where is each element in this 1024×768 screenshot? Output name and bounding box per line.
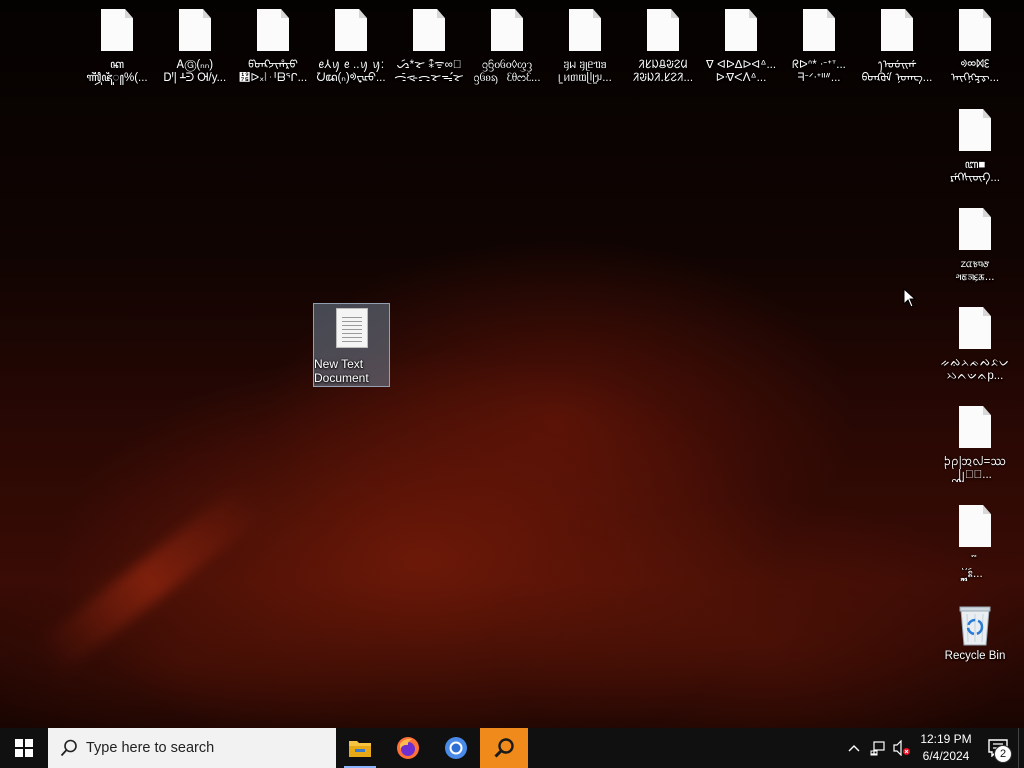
file-label: ꫀ⅄ꪗ ꫀ ..ꪗ ꪗ: ᘢꦢ(ₙ)ᢀᢏᡅᡉ... (316, 59, 386, 84)
file-icon (959, 109, 991, 151)
magnifier-app-icon (494, 738, 514, 758)
desktop-file-icon[interactable]: ᖇᐅᐢ* ᐧᐨᐩᐪ... ᖷᐨᐟᐧᐩᐦᐥ... (780, 0, 858, 96)
file-label: ᱤᱥᱡᱪᱶᱮᱢ ᱤᱶᱡᱤᱹᱥᱮᱤ... (632, 59, 694, 84)
search-placeholder: Type here to search (86, 740, 215, 756)
file-label: ᨀᨁᨂᨃᨄᨅᨆ ᨇᨈᨉᨊp... (940, 357, 1010, 382)
file-explorer-button[interactable] (336, 728, 384, 768)
file-icon (959, 505, 991, 547)
network-icon (870, 741, 885, 756)
mouse-cursor-icon (903, 287, 917, 313)
clock[interactable]: 12:19 PM 6/4/2024 (914, 728, 978, 768)
text-document-icon (335, 308, 368, 348)
system-tray: 12:19 PM 6/4/2024 2 (842, 728, 1024, 768)
desktop-file-icon[interactable]: ᤁᤂᤃᤄᤅ ᤆᤇᤈᤉᤊ... (936, 199, 1014, 295)
desktop-file-icon[interactable]: ᯁᯯ*ᯘ ⁑ᯤ∞ᯩ ᯏᯰᯐᯌᯘᯓᯨᯘ (390, 0, 468, 96)
file-label: ᩙᩚᩛᩜᩝᩞᩡᩢ... (967, 568, 983, 580)
file-label: ꫂᠤᡠᡳᡤ ᡋᡨᡘᡆᡝ ᠨᡨᡊ... (861, 59, 933, 84)
file-label: ᐁ ᐊᐅᐃᐆᐋᐞ... ᐅᐌᐹᐰᐞ... (705, 59, 777, 84)
desktop-file-icon[interactable]: ᥠᥕ ᥠᥨᥱᥓᥑ ᥧ ᥢᥖᥗᥫᥧᥭ... (546, 0, 624, 96)
volume-button[interactable] (890, 728, 914, 768)
file-icon (647, 9, 679, 51)
desktop-file-icon[interactable]: ᎪⒼ(ₙₙ) ᎠꞋ| ᚆᕭ Ꮊ/y... (156, 0, 234, 96)
search-icon (60, 739, 77, 757)
file-label: ᤁᤂᤃᤄᤅ ᤆᤇᤈᤉᤊ... (955, 258, 995, 283)
folder-icon (349, 741, 371, 757)
desktop-file-icon[interactable]: ᦋᦌᦞᦑᦞ◊ᦐᦡ ᦋᦑᦈᦣ⁀ᦷᦲᦂᦷ... (468, 0, 546, 96)
file-label: ᖇᐅᐢ* ᐧᐨᐩᐪ... ᖷᐨᐟᐧᐩᐦᐥ... (792, 59, 846, 84)
desktop-file-icon[interactable]: ꫀ⅄ꪗ ꫀ ..ꪗ ꪗ: ᘢꦢ(ₙ)ᢀᢏᡅᡉ... (312, 0, 390, 96)
file-label: ᦋᦌᦞᦑᦞ◊ᦐᦡ ᦋᦑᦈᦣ⁀ᦷᦲᦂᦷ... (473, 59, 541, 84)
file-label: ᥠᥕ ᥠᥨᥱᥓᥑ ᥧ ᥢᥖᥗᥫᥧᥭ... (558, 59, 612, 84)
desktop-file-icon[interactable]: ᩙᩚᩛᩜᩝᩞᩡᩢ... (936, 496, 1014, 592)
desktop[interactable]: ꦏ ꦬ꧀ꦮꦷꦗꦶꦸ꧀%(... ᎪⒼ(ₙₙ) ᎠꞋ| ᚆᕭ Ꮊ/y... ᡦᡨᡭᠵᡳ… (0, 0, 1024, 728)
file-icon (803, 9, 835, 51)
action-center-button[interactable]: 2 (978, 728, 1018, 768)
file-icon (959, 9, 991, 51)
network-button[interactable] (866, 728, 890, 768)
desktop-file-icon[interactable]: ᡦᡨᡭᠵᡳᡥᡵᡦ ᥵ᐅ᙮⦚ᆡᗷᕐᒋ... (234, 0, 312, 96)
firefox-icon (397, 737, 419, 759)
start-button[interactable] (0, 728, 48, 768)
desktop-file-icon[interactable]: ᐁ ᐊᐅᐃᐆᐋᐞ... ᐅᐌᐹᐰᐞ... (702, 0, 780, 96)
desktop-file-icon[interactable]: ᢀᢁᢂᢄᢅᢆ ᢇᢈᢉᢊᢋᢌ... (936, 0, 1014, 96)
clock-time: 12:19 PM (920, 732, 972, 746)
desktop-file-icon[interactable]: ꫂᠤᡠᡳᡤ ᡋᡨᡘᡆᡝ ᠨᡨᡊ... (858, 0, 936, 96)
recycle-bin-icon-item[interactable]: Recycle Bin (936, 600, 1014, 672)
file-label: ꦏ ꦬ꧀ꦮꦷꦗꦶꦸ꧀%(... (86, 59, 148, 84)
windows-logo-icon (15, 739, 33, 757)
file-icon (569, 9, 601, 51)
recycle-bin-icon (958, 604, 992, 646)
recycle-bin-label: Recycle Bin (944, 650, 1006, 662)
chevron-up-icon (848, 745, 860, 752)
file-icon (413, 9, 445, 51)
show-desktop-button[interactable] (1018, 728, 1024, 768)
file-label: ᎪⒼ(ₙₙ) ᎠꞋ| ᚆᕭ Ꮊ/y... (163, 59, 227, 84)
desktop-file-icon[interactable]: ᩐᩑᩒᩓ=ᩔᩕᩖᩗ⊥ᩘ... (936, 397, 1014, 493)
chromium-button[interactable] (432, 728, 480, 768)
chromium-icon (445, 737, 467, 759)
desktop-file-icon[interactable]: ᱤᱥᱡᱪᱶᱮᱢ ᱤᱶᱡᱤᱹᱥᱮᱤ... (624, 0, 702, 96)
clock-date: 6/4/2024 (922, 749, 970, 763)
file-icon (959, 307, 991, 349)
file-label: ᩐᩑᩒᩓ=ᩔᩕᩖᩗ⊥ᩘ... (943, 456, 1007, 481)
file-icon (491, 9, 523, 51)
show-hidden-icons-button[interactable] (842, 728, 866, 768)
desktop-file-icon[interactable]: ᨀᨁᨂᨃᨄᨅᨆ ᨇᨈᨉᨊp... (936, 298, 1014, 394)
firefox-button[interactable] (384, 728, 432, 768)
taskbar-search-box[interactable]: Type here to search (48, 728, 336, 768)
file-label: ᢀᢁᢂᢄᢅᢆ ᢇᢈᢉᢊᢋᢌ... (950, 59, 1000, 84)
wallpaper-streak (35, 484, 265, 676)
file-label: ᯁᯯ*ᯘ ⁑ᯤ∞ᯩ ᯏᯰᯐᯌᯘᯓᯨᯘ (394, 59, 464, 84)
file-icon (101, 9, 133, 51)
desktop-file-icon[interactable]: ꦧ■ ᠷᡝᢉᠰᡕᡡᡗ... (936, 100, 1014, 196)
file-icon (257, 9, 289, 51)
file-icon (179, 9, 211, 51)
file-label: ᡦᡨᡭᠵᡳᡥᡵᡦ ᥵ᐅ᙮⦚ᆡᗷᕐᒋ... (238, 59, 308, 84)
file-label: ꦧ■ ᠷᡝᢉᠰᡕᡡᡗ... (949, 159, 1001, 184)
desktop-file-icon[interactable]: ꦏ ꦬ꧀ꦮꦷꦗꦶꦸ꧀%(... (78, 0, 156, 96)
file-icon (881, 9, 913, 51)
volume-muted-icon (893, 740, 910, 756)
search-app-button[interactable] (480, 728, 528, 768)
taskbar: Type here to search 12:19 PM 6/4/2024 2 (0, 728, 1024, 768)
new-text-document-icon-item[interactable]: New Text Document (313, 303, 390, 387)
new-text-document-label: New Text Document (314, 357, 369, 385)
file-icon (959, 406, 991, 448)
file-icon (725, 9, 757, 51)
file-icon (335, 9, 367, 51)
notification-count-badge: 2 (994, 745, 1012, 763)
file-icon (959, 208, 991, 250)
